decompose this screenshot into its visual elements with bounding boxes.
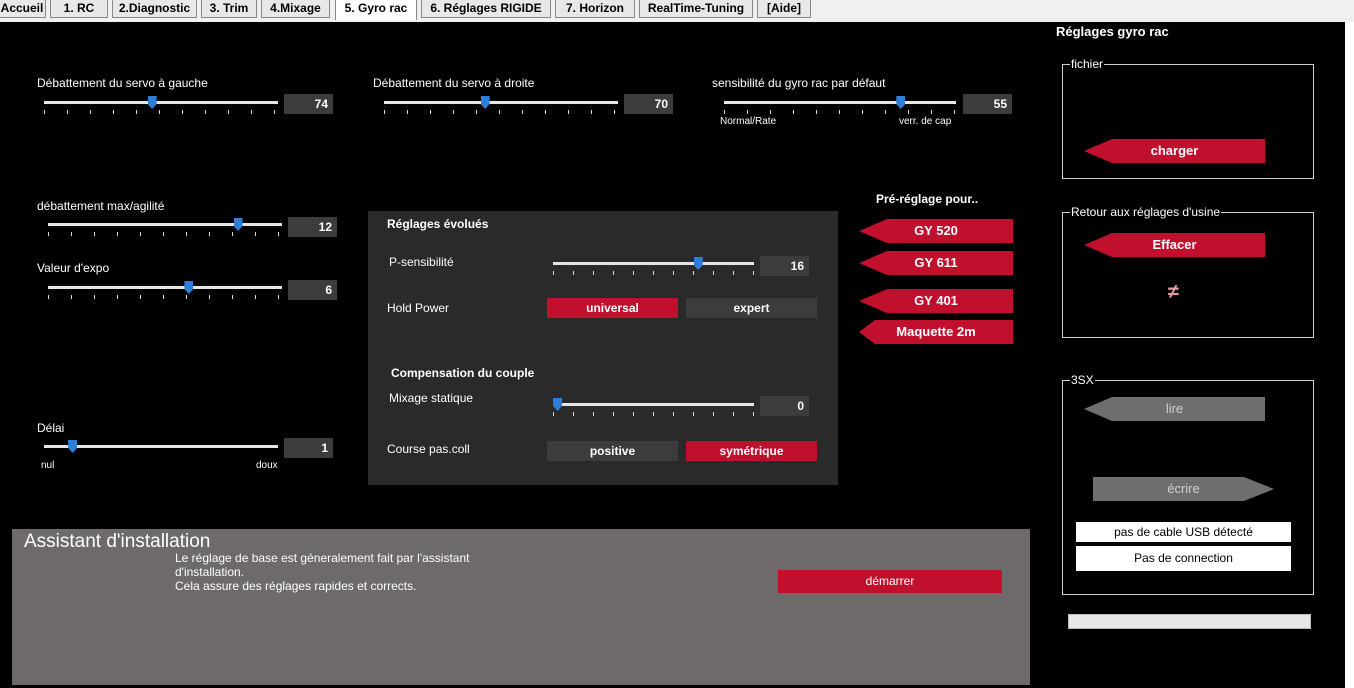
max-agility-slider[interactable] — [48, 218, 282, 236]
torque-comp-title: Compensation du couple — [391, 366, 535, 380]
coll-positive-button[interactable]: positive — [547, 441, 678, 461]
delay-label: Délai — [37, 421, 65, 435]
file-group-legend: fichier — [1071, 57, 1104, 71]
preset-gy611-button[interactable]: GY 611 — [859, 251, 1013, 275]
preset-maquette-button[interactable]: Maquette 2m — [859, 320, 1013, 344]
slider-thumb[interactable] — [480, 96, 490, 109]
max-agility-label: débattement max/agilité — [37, 199, 165, 213]
tab-rc[interactable]: 1. RC — [50, 0, 108, 18]
connection-status: Pas de connection — [1076, 546, 1291, 571]
delay-slider[interactable] — [44, 440, 278, 458]
write-button[interactable]: écrire — [1093, 477, 1274, 501]
slider-thumb[interactable] — [896, 96, 906, 109]
preset-title: Pré-réglage pour.. — [876, 192, 979, 206]
tab-diagnostic[interactable]: 2.Diagnostic — [112, 0, 197, 18]
progress-bar — [1068, 614, 1311, 629]
preset-gy520-button[interactable]: GY 520 — [859, 219, 1013, 243]
preset-gy401-button[interactable]: GY 401 — [859, 289, 1013, 313]
hold-power-expert-button[interactable]: expert — [686, 298, 817, 318]
servo-right-value[interactable]: 70 — [624, 94, 673, 114]
slider-thumb[interactable] — [553, 398, 562, 411]
delay-value[interactable]: 1 — [284, 438, 333, 458]
coll-symmetric-button[interactable]: symétrique — [686, 441, 817, 461]
expo-label: Valeur d'expo — [37, 261, 110, 275]
tab-trim[interactable]: 3. Trim — [201, 0, 257, 18]
static-mix-value[interactable]: 0 — [760, 396, 809, 416]
delay-min-label: nul — [41, 460, 55, 471]
slider-thumb[interactable] — [68, 440, 78, 453]
advanced-title: Réglages évolués — [387, 217, 489, 231]
tab-reglages-rigide[interactable]: 6. Réglages RIGIDE — [421, 0, 551, 18]
assistant-text-line3: Cela assure des réglages rapides et corr… — [175, 579, 417, 593]
assistant-text-line2: d'installation. — [175, 565, 244, 579]
tab-horizon[interactable]: 7. Horizon — [555, 0, 635, 18]
gyro-default-label: sensibilité du gyro rac par défaut — [712, 76, 886, 90]
assistant-text-line1: Le réglage de base est géneralement fait… — [175, 551, 470, 565]
delay-max-label: doux — [256, 460, 278, 471]
tab-realtime-tuning[interactable]: RealTime-Tuning — [639, 0, 753, 18]
read-button[interactable]: lire — [1084, 397, 1265, 421]
gyro-default-value[interactable]: 55 — [963, 94, 1012, 114]
factory-reset-legend: Retour aux réglages d'usine — [1071, 205, 1221, 219]
servo-left-label: Débattement du servo à gauche — [37, 76, 208, 90]
slider-thumb[interactable] — [184, 281, 194, 294]
assistant-title: Assistant d'installation — [24, 531, 211, 552]
p-sens-label: P-sensibilité — [389, 255, 454, 269]
p-sens-slider[interactable] — [553, 257, 754, 275]
factory-reset-group: Retour aux réglages d'usine — [1062, 205, 1314, 338]
gyro-min-label: Normal/Rate — [720, 116, 777, 127]
slider-thumb[interactable] — [693, 257, 703, 270]
static-mix-slider[interactable] — [553, 398, 754, 416]
not-equal-icon: ≠ — [1168, 281, 1179, 303]
tab-aide[interactable]: [Aide] — [757, 0, 811, 18]
window-scroll-edge — [1345, 22, 1354, 688]
erase-button[interactable]: Effacer — [1084, 233, 1265, 257]
expo-value[interactable]: 6 — [288, 280, 337, 300]
start-assistant-button[interactable]: démarrer — [778, 570, 1002, 593]
sx-group-legend: 3SX — [1071, 373, 1094, 387]
hold-power-label: Hold Power — [387, 301, 450, 315]
slider-thumb[interactable] — [233, 218, 243, 231]
servo-left-slider[interactable] — [44, 96, 278, 114]
max-agility-value[interactable]: 12 — [288, 217, 337, 237]
expo-slider[interactable] — [48, 281, 282, 299]
servo-right-label: Débattement du servo à droite — [373, 76, 535, 90]
servo-left-value[interactable]: 74 — [284, 94, 333, 114]
gyro-default-slider[interactable] — [724, 96, 956, 114]
static-mix-label: Mixage statique — [389, 391, 474, 405]
slider-thumb[interactable] — [147, 96, 157, 109]
tab-mixage[interactable]: 4.Mixage — [261, 0, 330, 18]
gyro-max-label: verr. de cap — [899, 116, 952, 127]
side-title: Réglages gyro rac — [1056, 24, 1169, 39]
p-sens-value[interactable]: 16 — [760, 256, 809, 276]
tab-gyro-rac[interactable]: 5. Gyro rac — [335, 0, 417, 20]
coll-label: Course pas.coll — [387, 442, 470, 456]
tab-accueil[interactable]: Accueil — [0, 0, 46, 18]
load-button[interactable]: charger — [1084, 139, 1265, 163]
usb-status: pas de cable USB détecté — [1076, 522, 1291, 542]
tab-bar: Accueil 1. RC 2.Diagnostic 3. Trim 4.Mix… — [0, 0, 1354, 22]
hold-power-universal-button[interactable]: universal — [547, 298, 678, 318]
servo-right-slider[interactable] — [384, 96, 618, 114]
